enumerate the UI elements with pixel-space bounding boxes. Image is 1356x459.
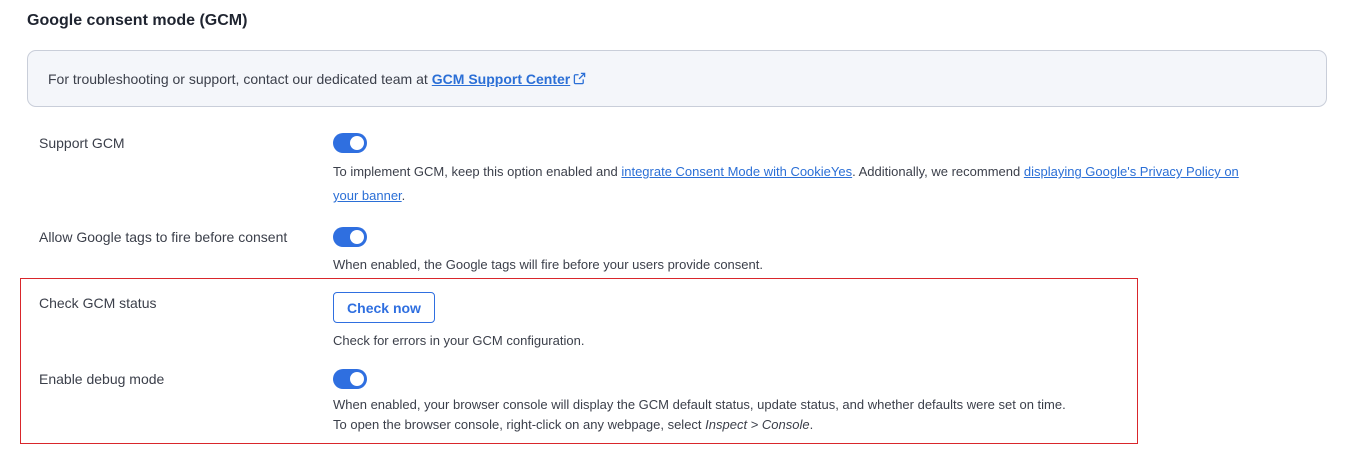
support-info-banner: For troubleshooting or support, contact … xyxy=(27,50,1327,107)
debug-desc-line2-suffix: . xyxy=(809,417,814,432)
support-gcm-label: Support GCM xyxy=(39,135,125,151)
support-gcm-desc-suffix: . xyxy=(401,188,406,203)
debug-mode-description: When enabled, your browser console will … xyxy=(333,395,1066,435)
page-title: Google consent mode (GCM) xyxy=(27,12,248,29)
debug-mode-label: Enable debug mode xyxy=(39,371,165,387)
support-info-text: For troubleshooting or support, contact … xyxy=(48,70,428,87)
debug-desc-line1: When enabled, your browser console will … xyxy=(333,397,1066,412)
support-gcm-desc-prefix: To implement GCM, keep this option enabl… xyxy=(333,164,622,179)
gcm-support-center-link-label: GCM Support Center xyxy=(431,70,571,87)
check-status-description: Check for errors in your GCM configurati… xyxy=(333,333,585,348)
toggle-knob xyxy=(350,230,364,244)
debug-mode-toggle[interactable] xyxy=(333,369,367,389)
integrate-consent-mode-link[interactable]: integrate Consent Mode with CookieYes xyxy=(621,164,852,179)
debug-desc-inspect-console: Inspect > Console xyxy=(705,417,810,432)
privacy-policy-link-line2: your banner xyxy=(333,188,402,203)
gcm-support-center-link[interactable]: GCM Support Center xyxy=(432,71,586,87)
privacy-policy-link-line1: displaying Google's Privacy Policy on xyxy=(1023,164,1239,179)
toggle-knob xyxy=(350,372,364,386)
check-status-label: Check GCM status xyxy=(39,295,157,311)
allow-tags-toggle[interactable] xyxy=(333,227,367,247)
allow-tags-label: Allow Google tags to fire before consent xyxy=(39,229,288,245)
toggle-knob xyxy=(350,136,364,150)
allow-tags-description: When enabled, the Google tags will fire … xyxy=(333,257,763,272)
support-gcm-desc-middle: . Additionally, we recommend xyxy=(852,164,1024,179)
support-gcm-description: To implement GCM, keep this option enabl… xyxy=(333,160,1323,208)
support-gcm-toggle[interactable] xyxy=(333,133,367,153)
debug-desc-line2-prefix: To open the browser console, right-click… xyxy=(333,417,706,432)
check-now-button[interactable]: Check now xyxy=(333,292,435,323)
external-link-icon xyxy=(573,72,586,85)
